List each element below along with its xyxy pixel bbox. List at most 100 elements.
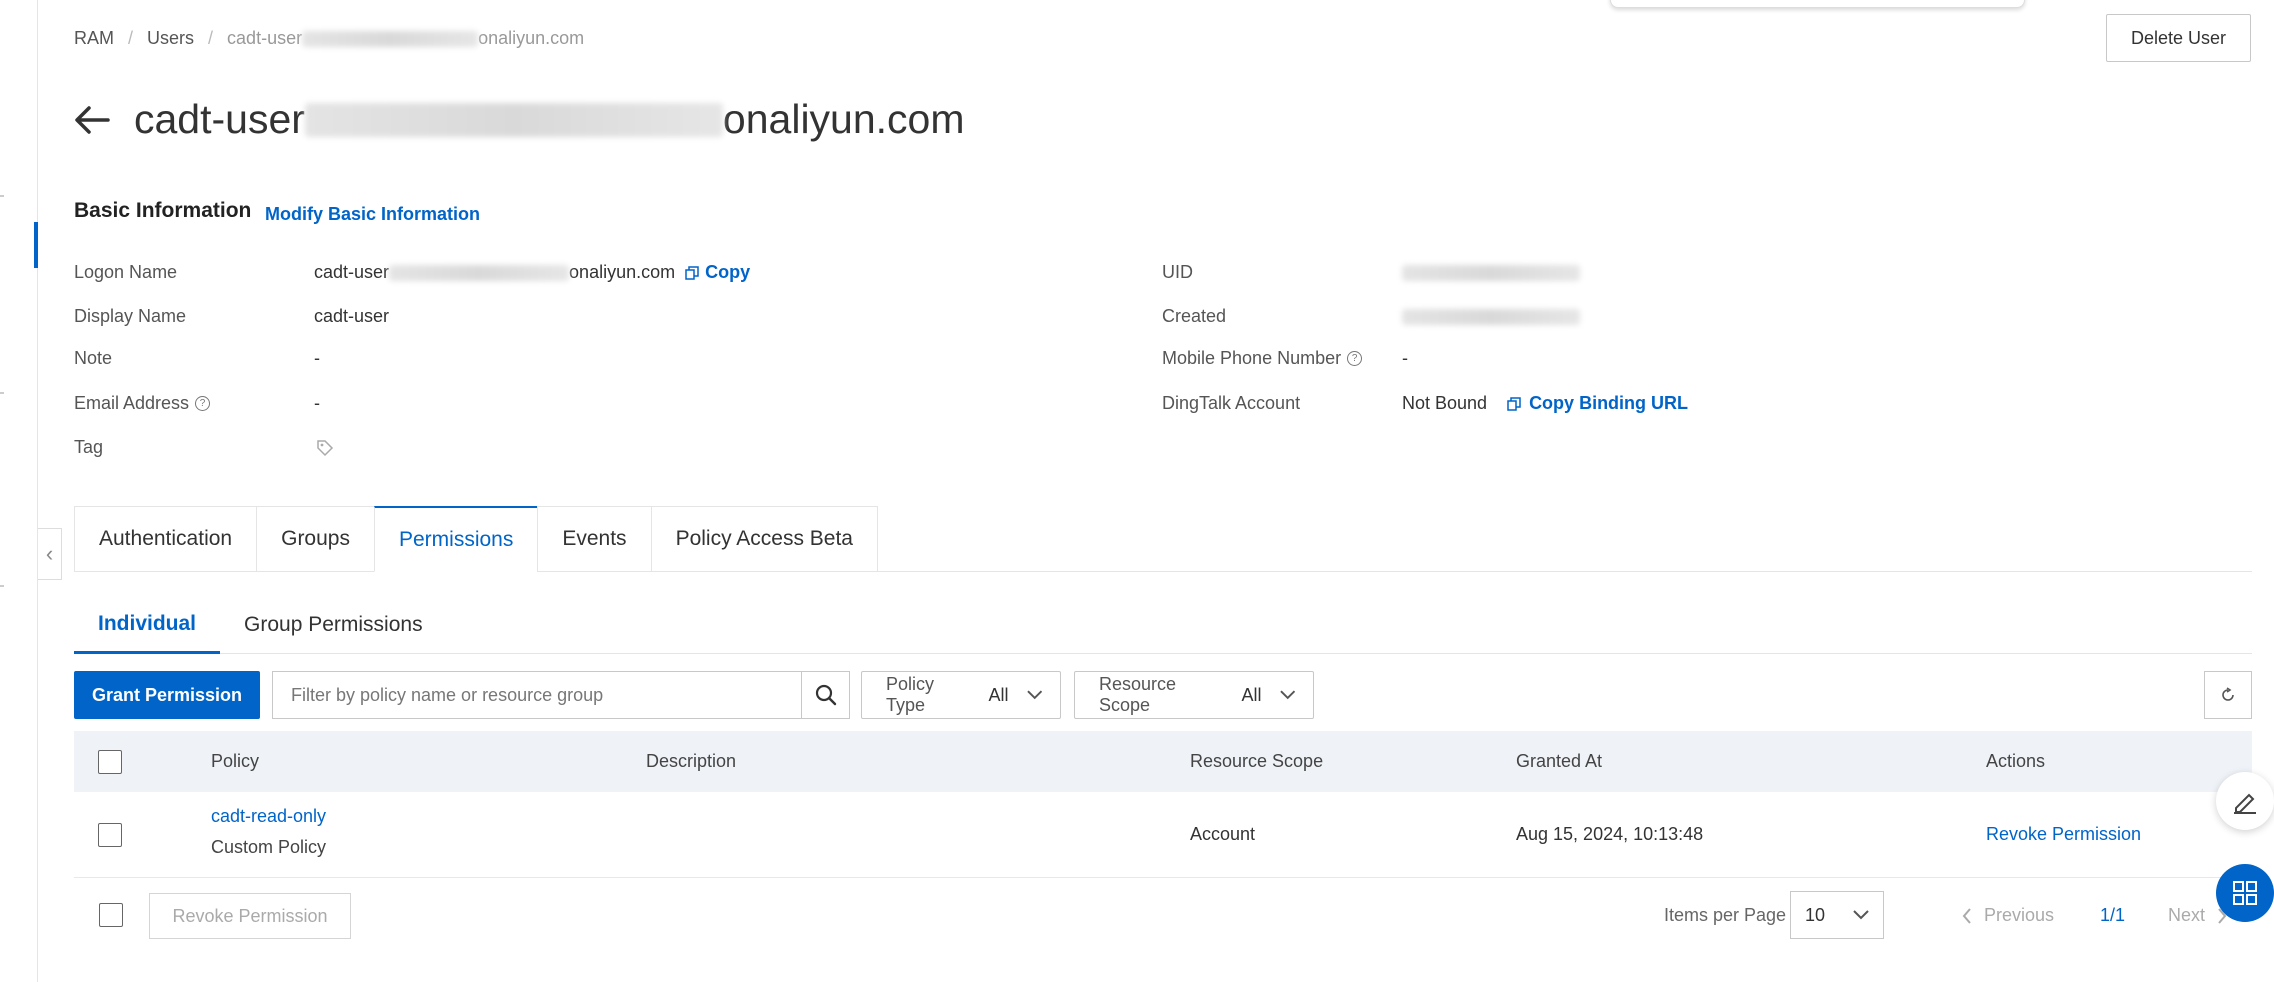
policy-type-value: All [988, 684, 1009, 705]
items-per-page-select[interactable]: 10 [1790, 891, 1884, 939]
policy-search [272, 671, 850, 719]
created-row: Created [1162, 306, 1580, 327]
sidebar-tick [0, 195, 4, 197]
note-value: - [314, 348, 320, 368]
row-checkbox[interactable] [98, 823, 122, 847]
next-page-button[interactable]: Next [2168, 905, 2227, 926]
resource-scope-value: All [1241, 684, 1262, 705]
created-label: Created [1162, 306, 1227, 326]
top-popover-edge [1610, 0, 2025, 8]
items-per-page-value: 10 [1805, 904, 1826, 925]
page-indicator: 1/1 [2100, 905, 2126, 925]
floating-apps-button[interactable] [2216, 864, 2274, 922]
breadcrumb-users[interactable]: Users [147, 28, 194, 49]
grant-permission-button[interactable]: Grant Permission [74, 671, 260, 719]
policy-type-select[interactable]: Policy Type All [861, 671, 1061, 719]
breadcrumb-current-prefix: cadt-user [227, 28, 303, 48]
previous-page-button[interactable]: Previous [1962, 905, 2054, 926]
resource-scope-select[interactable]: Resource Scope All [1074, 671, 1314, 719]
logon-name-row: Logon Name cadt-user onaliyun.com Copy [74, 262, 750, 283]
items-per-page-label: Items per Page [1664, 905, 1787, 925]
dingtalk-value: Not Bound Copy Binding URL [1402, 393, 1688, 414]
col-resource-scope: Resource Scope [1190, 751, 1324, 771]
floating-edit-button[interactable] [2216, 772, 2274, 830]
page-title: cadt-user onaliyun.com [74, 96, 965, 143]
back-arrow-icon[interactable] [74, 100, 114, 140]
permissions-table: Policy Description Resource Scope Grante… [74, 731, 2252, 878]
select-all-checkbox[interactable] [98, 749, 122, 774]
copy-binding-url-link[interactable]: Copy Binding URL [1507, 393, 1688, 414]
mobile-value: - [1402, 348, 1408, 368]
copy-logon-name-link[interactable]: Copy [685, 262, 750, 283]
display-name-label: Display Name [74, 306, 187, 326]
redacted-text [304, 102, 723, 137]
chevron-down-icon [1853, 910, 1869, 920]
created-value [1402, 308, 1580, 325]
copy-icon [1507, 396, 1521, 411]
sidebar-expand-button[interactable]: ‹ [38, 528, 62, 580]
next-label: Next [2168, 905, 2206, 925]
search-button[interactable] [801, 672, 849, 718]
tab-permissions[interactable]: Permissions [373, 506, 538, 572]
col-description: Description [646, 751, 737, 771]
grid-icon [2233, 881, 2257, 905]
delete-user-button[interactable]: Delete User [2106, 14, 2251, 62]
refresh-icon [2222, 687, 2234, 701]
subtab-individual[interactable]: Individual [74, 596, 221, 654]
policy-cell: cadt-read-only Custom Policy [211, 806, 326, 858]
dingtalk-status: Not Bound [1402, 393, 1488, 413]
policy-name-link[interactable]: cadt-read-only [211, 806, 326, 827]
help-icon[interactable]: ? [195, 396, 211, 411]
policy-type: Custom Policy [211, 837, 327, 857]
help-icon[interactable]: ? [1347, 351, 1363, 366]
display-name-row: Display Name cadt-user [74, 306, 389, 327]
display-name-value: cadt-user [314, 306, 390, 326]
copy-icon [685, 265, 699, 280]
table-row: cadt-read-only Custom Policy Account Aug… [74, 792, 2252, 878]
edit-icon [2234, 793, 2256, 814]
bulk-revoke-button[interactable]: Revoke Permission [149, 893, 351, 939]
breadcrumb-ram[interactable]: RAM [74, 28, 114, 49]
mobile-label: Mobile Phone Number [1162, 348, 1342, 368]
uid-value [1402, 264, 1580, 281]
redacted-text [302, 31, 479, 48]
sidebar-active-indicator [34, 222, 38, 268]
subtab-group-permissions[interactable]: Group Permissions [220, 596, 447, 654]
title-prefix: cadt-user [134, 96, 305, 142]
sidebar-tick [0, 392, 4, 394]
tab-groups[interactable]: Groups [256, 506, 374, 572]
policy-search-input[interactable] [273, 672, 801, 718]
chevron-down-icon [1026, 690, 1042, 700]
email-row: Email Address ? - [74, 393, 320, 414]
main-tabs: Authentication Groups Permissions Events… [74, 506, 878, 572]
logon-name-value: cadt-user onaliyun.com Copy [314, 262, 750, 283]
left-sidebar [0, 0, 38, 982]
dingtalk-label: DingTalk Account [1162, 393, 1301, 413]
chevron-down-icon [1279, 690, 1295, 700]
footer-select-all-checkbox[interactable] [99, 903, 123, 927]
search-icon [815, 684, 836, 706]
tab-events[interactable]: Events [537, 506, 651, 572]
tag-icon[interactable] [316, 439, 334, 457]
logon-name-suffix: onaliyun.com [569, 262, 676, 282]
table-header: Policy Description Resource Scope Grante… [74, 731, 2252, 792]
modify-basic-info-link[interactable]: Modify Basic Information [265, 204, 480, 225]
previous-label: Previous [1984, 905, 2055, 925]
breadcrumb-current-suffix: onaliyun.com [478, 28, 585, 48]
tab-authentication[interactable]: Authentication [74, 506, 257, 572]
resource-scope-cell: Account [1190, 824, 1256, 844]
email-label: Email Address [74, 393, 190, 413]
breadcrumb-current: cadt-user onaliyun.com [227, 28, 584, 49]
tab-policy-access[interactable]: Policy Access Beta [650, 506, 878, 572]
refresh-button[interactable] [2204, 671, 2252, 719]
granted-at-cell: Aug 15, 2024, 10:13:48 [1516, 824, 1704, 844]
chevron-left-icon: ‹ [45, 541, 54, 566]
revoke-permission-link[interactable]: Revoke Permission [1986, 824, 2141, 845]
uid-row: UID [1162, 262, 1580, 283]
logon-name-prefix: cadt-user [314, 262, 390, 282]
copy-binding-label: Copy Binding URL [1529, 393, 1689, 413]
redacted-text [1402, 264, 1580, 281]
tag-label: Tag [74, 437, 104, 457]
email-value: - [314, 393, 320, 413]
col-actions: Actions [1986, 751, 2046, 771]
